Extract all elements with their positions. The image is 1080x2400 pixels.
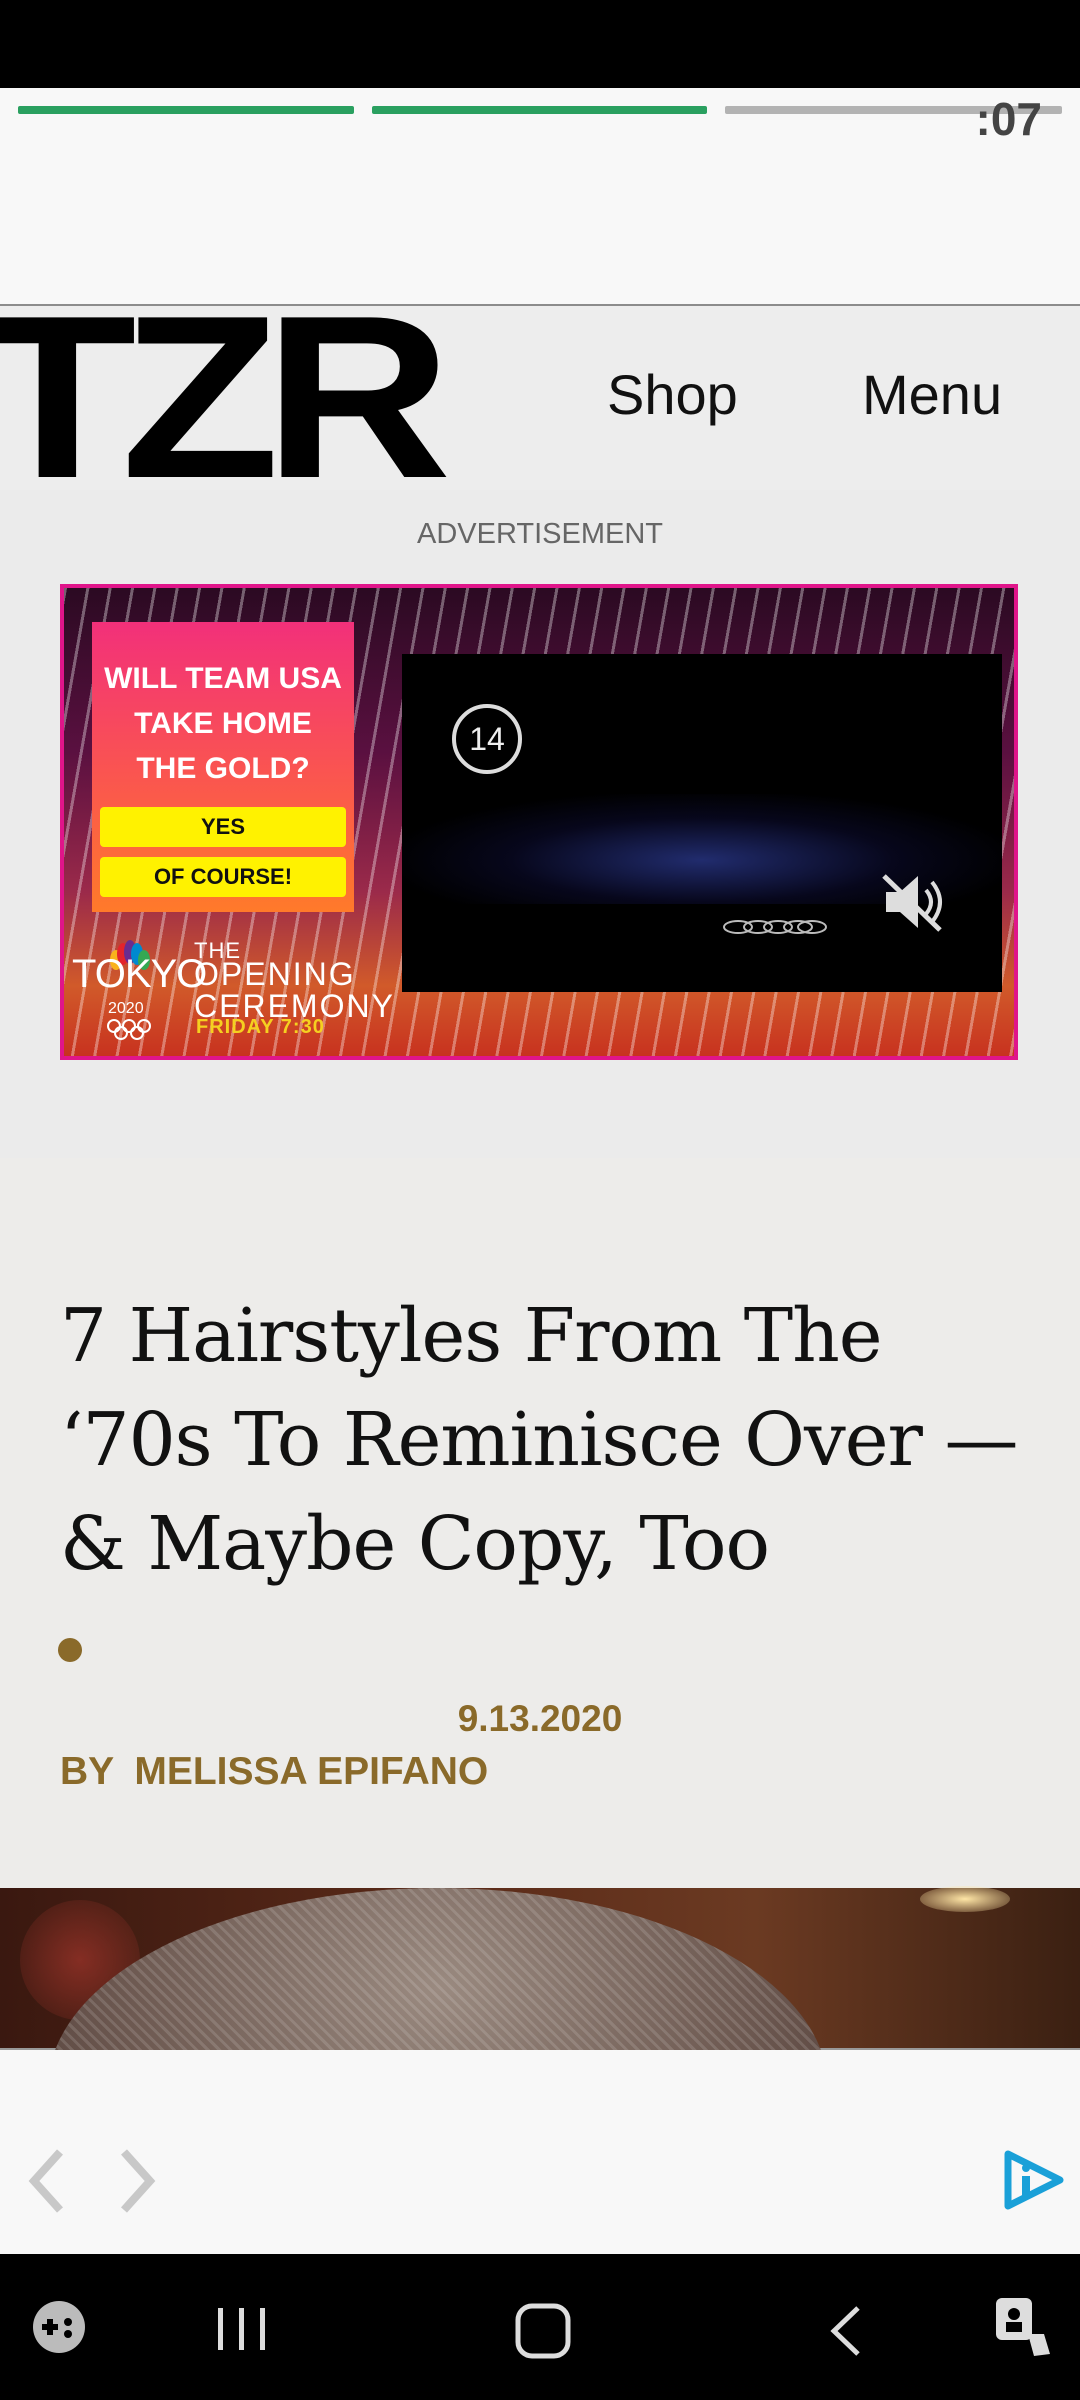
ad-option-of-course-button[interactable]: OF COURSE! <box>100 857 346 897</box>
author-link[interactable]: MELISSA EPIFANO <box>134 1750 488 1793</box>
menu-link[interactable]: Menu <box>862 362 1002 427</box>
ad-question-line-3: THE GOLD? <box>136 752 310 785</box>
ad-event-line-1: OPENING <box>194 956 356 992</box>
article-byline: BY MELISSA EPIFANO <box>60 1750 488 1794</box>
story-timer: :07 <box>975 93 1042 145</box>
chevron-right-icon[interactable] <box>116 2146 160 2216</box>
game-launcher-icon[interactable] <box>30 2298 88 2356</box>
ad-brand-year: 2020 <box>108 1000 144 1017</box>
ad-question-line-1: WILL TEAM USA <box>104 662 342 695</box>
ad-label: ADVERTISEMENT <box>416 518 663 550</box>
mute-icon[interactable] <box>880 868 948 936</box>
story-bottom-bar <box>0 2050 1080 2254</box>
home-icon[interactable] <box>512 2300 576 2360</box>
ad-quiz-question: WILL TEAM USA TAKE HOME THE GOLD? <box>92 656 354 791</box>
site-logo[interactable]: TZR <box>0 282 452 514</box>
ad-brand-tokyo: TOKYO <box>72 952 207 996</box>
progress-segment-2 <box>372 106 707 114</box>
olympic-rings-icon <box>107 1019 151 1040</box>
accessibility-icon[interactable] <box>992 2294 1054 2360</box>
ad-event-title: OPENING CEREMONY <box>194 958 395 1022</box>
recents-icon[interactable] <box>212 2304 272 2354</box>
chevron-left-icon[interactable] <box>24 2146 68 2216</box>
status-bar <box>0 0 1080 88</box>
progress-segment-1 <box>18 106 354 114</box>
shop-link[interactable]: Shop <box>607 362 738 427</box>
ad-option-yes-button[interactable]: YES <box>100 807 346 847</box>
back-icon[interactable] <box>826 2304 866 2358</box>
photo-bokeh-right <box>920 1886 1010 1912</box>
byline-prefix: BY <box>60 1750 114 1793</box>
article-date: 9.13.2020 <box>457 1698 623 1739</box>
video-countdown: 14 <box>452 704 522 774</box>
system-nav-bar <box>0 2254 1080 2400</box>
adchoices-icon[interactable] <box>1000 2148 1066 2212</box>
category-dot <box>58 1638 82 1662</box>
ad-event-time: FRIDAY 7:30 <box>196 1016 325 1038</box>
video-olympic-rings-icon <box>723 920 827 934</box>
ad-question-line-2: TAKE HOME <box>134 707 312 740</box>
article-headline: 7 Hairstyles From The ‘70s To Reminisce … <box>60 1293 1018 1587</box>
